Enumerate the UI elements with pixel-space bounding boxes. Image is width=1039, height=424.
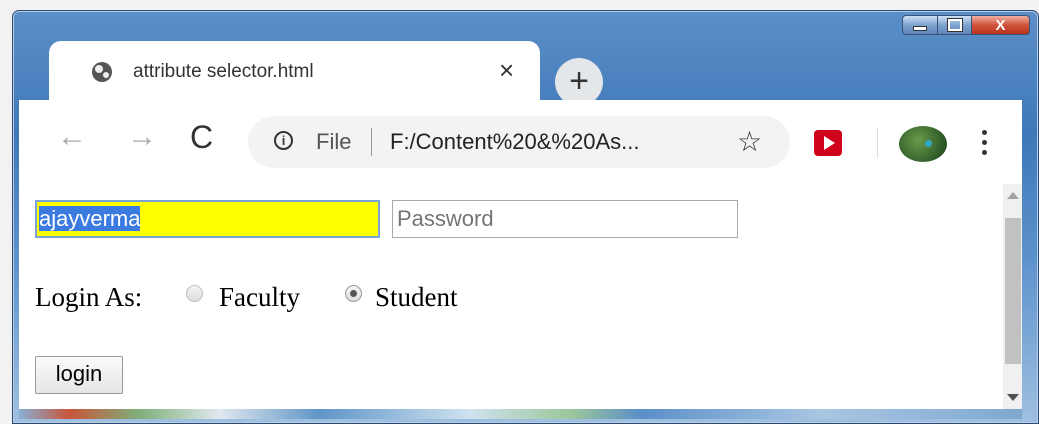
- menu-dot: [982, 140, 987, 145]
- minimize-icon: [913, 26, 927, 31]
- info-icon[interactable]: i: [274, 131, 293, 150]
- reload-icon[interactable]: C: [190, 121, 213, 153]
- vertical-scrollbar[interactable]: [1003, 184, 1022, 409]
- bookmark-star-icon[interactable]: ☆: [737, 125, 762, 158]
- new-tab-button[interactable]: +: [555, 58, 603, 106]
- faculty-radio-label: Faculty: [219, 282, 300, 312]
- window-controls: X: [902, 15, 1030, 35]
- scroll-up-arrow-icon[interactable]: [1007, 192, 1019, 199]
- avatar[interactable]: [899, 126, 947, 162]
- tab-title: attribute selector.html: [133, 61, 314, 82]
- window-bottom-edge: [19, 409, 1022, 419]
- password-input[interactable]: [392, 200, 738, 238]
- menu-dot: [982, 130, 987, 135]
- address-bar[interactable]: i File F:/Content%20&%20As... ☆: [248, 116, 790, 168]
- browser-toolbar: ← → C i File F:/Content%20&%20As... ☆: [19, 100, 1022, 184]
- minimize-button[interactable]: [902, 15, 938, 35]
- faculty-radio[interactable]: [186, 285, 203, 302]
- scroll-down-arrow-icon[interactable]: [1007, 394, 1019, 401]
- address-divider: [371, 128, 372, 156]
- page-content: ajayverma Login As: Faculty Student logi…: [19, 184, 1003, 409]
- username-input[interactable]: ajayverma: [35, 200, 380, 238]
- globe-icon: [92, 62, 112, 82]
- login-button[interactable]: login: [35, 356, 123, 394]
- scroll-thumb[interactable]: [1005, 218, 1021, 364]
- kebab-menu-icon[interactable]: [982, 130, 987, 155]
- tab-close-icon[interactable]: ×: [499, 55, 514, 86]
- maximize-icon: [946, 18, 963, 32]
- login-as-label: Login As:: [35, 282, 143, 312]
- toolbar-divider: [877, 128, 878, 158]
- back-arrow-icon[interactable]: ←: [57, 122, 87, 152]
- username-value: ajayverma: [39, 206, 141, 231]
- close-window-button[interactable]: X: [972, 15, 1030, 35]
- student-radio[interactable]: [345, 285, 362, 302]
- url-scheme-label: File: [316, 129, 352, 154]
- menu-dot: [982, 150, 987, 155]
- youtube-icon[interactable]: [814, 130, 842, 156]
- forward-arrow-icon[interactable]: →: [127, 122, 157, 152]
- student-radio-label: Student: [375, 282, 458, 312]
- url-text[interactable]: F:/Content%20&%20As...: [390, 129, 639, 155]
- maximize-button[interactable]: [938, 15, 972, 35]
